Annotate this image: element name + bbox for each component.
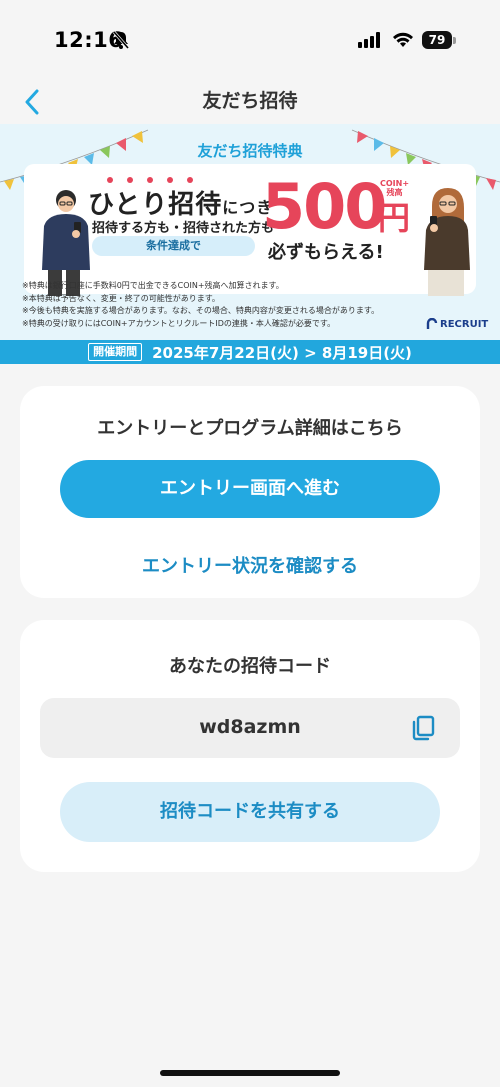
guarantee-text: 必ずもらえる! [268, 242, 384, 263]
status-bar: 12:16 79 [0, 0, 500, 80]
period-bar: 開催期間 2025年7月22日(火) > 8月19日(火) [0, 340, 500, 364]
entry-card-title: エントリーとプログラム詳細はこちら [97, 418, 403, 439]
coin-label-line2: 残高 [386, 187, 403, 197]
note-line: ※今後も特典を実施する場合があります。なお、その場合、特典内容が変更される場合が… [22, 306, 380, 315]
note-line: ※特典は銀行口座に手数料0円で出金できるCOIN+残高へ加算されます。 [22, 281, 284, 290]
recruit-logo-text: RECRUIT [440, 318, 489, 330]
share-code-button[interactable]: 招待コードを共有する [60, 782, 440, 842]
battery-icon: 79 [422, 31, 456, 49]
bell-off-icon [112, 31, 130, 49]
emphasis-dots [107, 177, 193, 183]
banner-subline: 招待する方も・招待された方も [92, 221, 275, 236]
note-line: ※特典の受け取りにはCOIN+アカウントとリクルートIDの連携・本人確認が必要で… [22, 318, 336, 328]
invite-code-box: wd8azmn [40, 698, 460, 758]
recruit-mark-icon [426, 318, 438, 329]
hitori-text: ひとり招待 [88, 190, 223, 220]
note-line: ※本特典は予告なく、変更・終了の可能性があります。 [22, 293, 220, 303]
home-indicator[interactable] [160, 1070, 340, 1076]
promo-banner[interactable]: 友だち招待特典 ひとり招待につき 招待する方も・招待された方も 条件達成で 50… [0, 124, 500, 364]
battery-level: 79 [422, 31, 452, 49]
invite-code-card: あなたの招待コード wd8azmn 招待コードを共有する [20, 620, 480, 872]
banner-hitori-label: ひとり招待につき [88, 184, 273, 221]
recruit-logo: RECRUIT [426, 318, 488, 330]
period-tag: 開催期間 [88, 343, 143, 361]
signal-icon [358, 32, 380, 48]
condition-pill: 条件達成で [92, 236, 255, 256]
entry-button[interactable]: エントリー画面へ進む [60, 460, 440, 518]
coin-label: COIN+ 残高 [380, 179, 409, 198]
entry-card: エントリーとプログラム詳細はこちら エントリー画面へ進む エントリー状況を確認す… [20, 386, 480, 598]
person-illustration [424, 188, 470, 296]
page-title: 友だち招待 [202, 90, 298, 112]
banner-notes: ※特典は銀行口座に手数料0円で出金できるCOIN+残高へ加算されます。 ※本特典… [22, 280, 379, 330]
wifi-icon [393, 32, 413, 47]
nav-bar: 友だち招待 [0, 80, 500, 124]
banner-heading: 友だち招待特典 [197, 142, 303, 160]
period-text: 2025年7月22日(火) > 8月19日(火) [152, 343, 412, 362]
invite-card-title: あなたの招待コード [169, 656, 331, 677]
copy-icon[interactable] [410, 714, 436, 742]
yen-label: 円 [378, 199, 411, 237]
invite-code: wd8azmn [199, 716, 301, 738]
entry-status-link[interactable]: エントリー状況を確認する [20, 552, 480, 578]
reward-amount: 500 [262, 170, 387, 243]
